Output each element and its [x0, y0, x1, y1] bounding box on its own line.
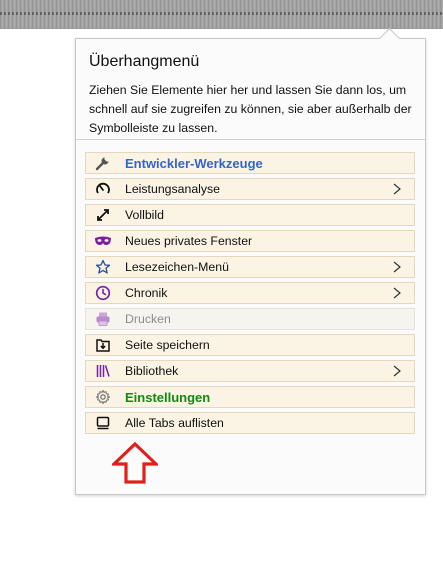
chevron-right-icon [390, 364, 404, 378]
panel-title: Überhangmenü [89, 53, 200, 70]
menu-item-developer-tools[interactable]: Entwickler-Werkzeuge [85, 152, 415, 174]
menu-item-save-page[interactable]: Seite speichern [85, 334, 415, 356]
divider [76, 139, 425, 140]
library-icon [94, 362, 112, 380]
printer-icon [94, 310, 112, 328]
menu-item-label: Chronik [125, 286, 168, 300]
menu-item-label: Einstellungen [125, 389, 211, 405]
menu-item-private-window[interactable]: Neues privates Fenster [85, 230, 415, 252]
red-up-arrow-icon [112, 442, 158, 484]
menu-item-label: Lesezeichen-Menü [125, 260, 229, 274]
menu-item-label: Leistungsanalyse [125, 182, 221, 196]
menu-item-list-all-tabs[interactable]: Alle Tabs auflisten [85, 412, 415, 434]
save-page-icon [94, 336, 112, 354]
menu-item-performance[interactable]: Leistungsanalyse [85, 178, 415, 200]
menu-item-label: Entwickler-Werkzeuge [125, 155, 263, 171]
stopwatch-icon [94, 180, 112, 198]
menu-item-label: Alle Tabs auflisten [125, 416, 224, 430]
menu-item-settings[interactable]: Einstellungen [85, 386, 415, 408]
chevron-right-icon [390, 260, 404, 274]
bookmark-star-icon [94, 258, 112, 276]
menu-item-bookmarks-menu[interactable]: Lesezeichen-Menü [85, 256, 415, 278]
menu-item-print[interactable]: Drucken [85, 308, 415, 330]
wrench-icon [94, 154, 112, 172]
private-mask-icon [94, 232, 112, 250]
menu-item-label: Drucken [125, 312, 171, 326]
menu-item-label: Vollbild [125, 208, 164, 222]
fullscreen-icon [94, 206, 112, 224]
menu-item-fullscreen[interactable]: Vollbild [85, 204, 415, 226]
chevron-right-icon [390, 286, 404, 300]
tabs-list-icon [94, 414, 112, 432]
chevron-right-icon [390, 182, 404, 196]
menu-item-label: Bibliothek [125, 364, 179, 378]
clock-icon [94, 284, 112, 302]
panel-pointer [378, 27, 401, 50]
overflow-menu-panel: Überhangmenü Ziehen Sie Elemente hier he… [75, 27, 426, 495]
menu-item-label: Seite speichern [125, 338, 210, 352]
menu-item-library[interactable]: Bibliothek [85, 360, 415, 382]
panel-description: Ziehen Sie Elemente hier her und lassen … [89, 83, 412, 135]
overflow-item-list: Entwickler-Werkzeuge Leistungsanalyse Vo… [85, 152, 415, 438]
menu-item-label: Neues privates Fenster [125, 234, 253, 248]
menu-item-history[interactable]: Chronik [85, 282, 415, 304]
browser-toolbar [0, 0, 443, 29]
gear-icon [94, 388, 112, 406]
